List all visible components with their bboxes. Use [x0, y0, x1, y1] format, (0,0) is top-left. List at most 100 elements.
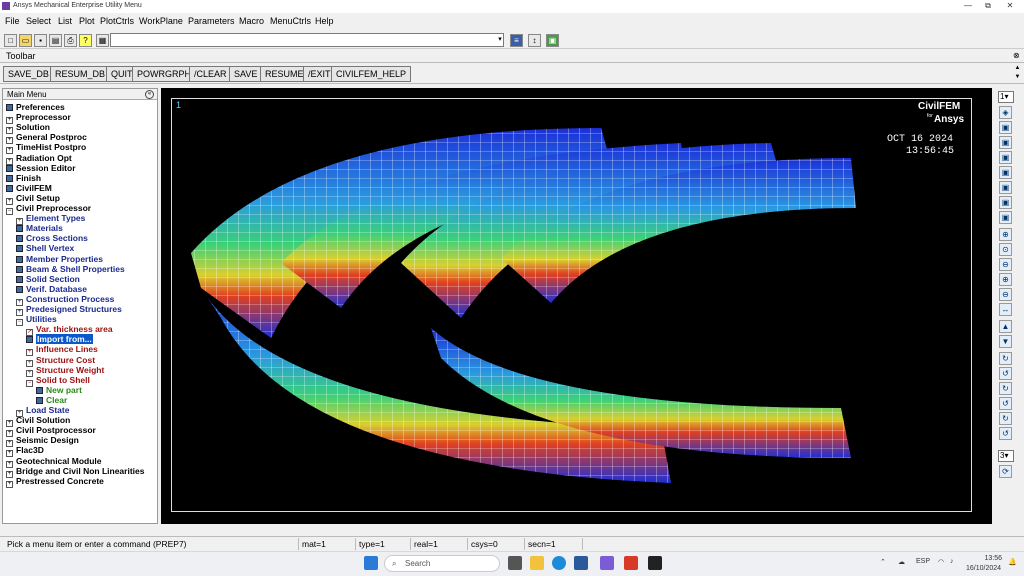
zoom-in-icon[interactable]: ⊕	[999, 273, 1012, 286]
front-view-icon[interactable]: ▣	[999, 121, 1012, 134]
box-icon[interactable]	[26, 336, 33, 344]
zoom-out-icon[interactable]: ⊖	[999, 288, 1012, 301]
report-icon[interactable]: ▤	[49, 34, 62, 47]
toolbar-collapse-icon[interactable]: ⊗	[1013, 51, 1020, 60]
resum-db-button[interactable]: RESUM_DB	[50, 66, 111, 82]
command-input[interactable]	[110, 33, 504, 47]
box-icon[interactable]	[16, 245, 23, 253]
back-view-icon[interactable]: ▣	[999, 136, 1012, 149]
app-icon-1[interactable]	[574, 556, 588, 570]
rotate-x-icon[interactable]: ↻	[999, 352, 1012, 365]
wifi-icon[interactable]: ◠	[938, 558, 944, 566]
main-menu-item[interactable]: Beam & Shell Properties	[16, 264, 125, 274]
dynamic-mode-dropdown[interactable]: 3▾	[998, 450, 1014, 462]
toolbar-scroll-arrows[interactable]: ▲ ▼	[1013, 64, 1022, 82]
rotate-y-neg-icon[interactable]: ↺	[999, 397, 1012, 410]
rotate-y-icon[interactable]: ↻	[999, 382, 1012, 395]
menu-workplane[interactable]: WorkPlane	[139, 16, 183, 26]
box-icon[interactable]	[16, 285, 23, 293]
top-view-icon[interactable]: ▣	[999, 151, 1012, 164]
rotate-x-neg-icon[interactable]: ↺	[999, 367, 1012, 380]
notification-icon[interactable]: 🔔	[1008, 558, 1017, 566]
app-icon-2[interactable]	[600, 556, 614, 570]
minus-icon[interactable]: −	[6, 208, 13, 215]
civilfem-taskbar-icon[interactable]	[624, 556, 638, 570]
edge-icon[interactable]	[552, 556, 566, 570]
zoom-box-icon[interactable]: ⊙	[999, 243, 1012, 256]
taskbar-search-box[interactable]: ⌕ Search	[384, 555, 500, 572]
powrgrph-button[interactable]: POWRGRPH	[132, 66, 196, 82]
menu-menuctrls[interactable]: MenuCtrls	[270, 16, 311, 26]
right-view-icon[interactable]: ▣	[999, 196, 1012, 209]
box-icon[interactable]	[16, 225, 23, 233]
box-icon[interactable]	[36, 396, 43, 404]
box-icon[interactable]	[6, 184, 13, 192]
menu-plotctrls[interactable]: PlotCtrls	[100, 16, 134, 26]
main-menu-item[interactable]: New part	[36, 385, 82, 395]
main-menu-item[interactable]: CivilFEM	[6, 183, 52, 193]
main-menu-item[interactable]: Materials	[16, 223, 63, 233]
iso-view-icon[interactable]: ◈	[999, 106, 1012, 119]
box-icon[interactable]	[6, 174, 13, 182]
menu-help[interactable]: Help	[315, 16, 334, 26]
reset-picking-icon[interactable]: ↕	[528, 34, 541, 47]
save-db-button[interactable]: SAVE_DB	[3, 66, 54, 82]
maximize-button[interactable]: ⧉	[978, 0, 998, 13]
save-icon[interactable]: ▪	[34, 34, 47, 47]
tray-chevron-icon[interactable]: ⌃	[880, 558, 886, 566]
menu-file[interactable]: File	[5, 16, 20, 26]
zoom-back-icon[interactable]: ⊖	[999, 258, 1012, 271]
zoom-icon[interactable]: ⊕	[999, 228, 1012, 241]
main-menu-item[interactable]: Verif. Database	[16, 284, 87, 294]
box-icon[interactable]	[16, 275, 23, 283]
command-history-dropdown-icon[interactable]: ▾	[496, 34, 504, 46]
bottom-view-icon[interactable]: ▣	[999, 166, 1012, 179]
pan-up-icon[interactable]: ▲	[999, 320, 1012, 333]
open-folder-icon[interactable]: ▭	[19, 34, 32, 47]
box-icon[interactable]	[6, 104, 13, 111]
file-explorer-icon[interactable]	[530, 556, 544, 570]
close-button[interactable]: ✕	[1000, 0, 1020, 13]
clock-date[interactable]: 16/10/2024	[966, 565, 1001, 572]
tray-network-icon[interactable]: ☁	[898, 558, 905, 566]
main-menu-item[interactable]: Member Properties	[16, 254, 103, 264]
plus-icon[interactable]: +	[6, 480, 13, 488]
rotate-z-neg-icon[interactable]: ↺	[999, 427, 1012, 440]
main-menu-item[interactable]: Cross Sections	[16, 233, 88, 243]
main-menu-item[interactable]: Import from...	[26, 334, 93, 345]
left-view-icon[interactable]: ▣	[999, 181, 1012, 194]
box-icon[interactable]	[36, 386, 43, 394]
menu-list[interactable]: List	[58, 16, 72, 26]
box-icon[interactable]	[16, 255, 23, 263]
raise-hidden-icon[interactable]: ≡	[510, 34, 523, 47]
main-menu-item[interactable]: Solid Section	[16, 274, 80, 284]
help-icon[interactable]: ?	[79, 34, 92, 47]
box-icon[interactable]	[16, 235, 23, 243]
new-file-icon[interactable]: □	[4, 34, 17, 47]
main-menu-collapse-icon[interactable]: «	[145, 90, 154, 99]
fit-view-icon[interactable]: ↔	[999, 303, 1012, 316]
main-menu-item[interactable]: Clear	[36, 395, 67, 405]
print-icon[interactable]: ⎙	[64, 34, 77, 47]
main-menu-item[interactable]: + Prestressed Concrete	[6, 476, 104, 488]
minus-icon[interactable]: −	[26, 379, 33, 387]
window-select-dropdown[interactable]: 1▾	[998, 91, 1014, 103]
minus-icon[interactable]: −	[16, 319, 23, 327]
resume-button[interactable]: RESUME	[260, 66, 309, 82]
clear-button[interactable]: /CLEAR	[189, 66, 232, 82]
oblique-view-icon[interactable]: ▣	[999, 211, 1012, 224]
box-icon[interactable]	[6, 164, 13, 172]
main-menu-item[interactable]: Preferences	[6, 102, 65, 112]
main-menu-item[interactable]: Shell Vertex	[16, 243, 74, 253]
main-menu-item[interactable]: Session Editor	[6, 163, 76, 173]
menu-plot[interactable]: Plot	[79, 16, 95, 26]
main-menu-item[interactable]: Finish	[6, 173, 41, 183]
menu-select[interactable]: Select	[26, 16, 51, 26]
menu-macro[interactable]: Macro	[239, 16, 264, 26]
volume-icon[interactable]: ♪	[950, 558, 954, 565]
civilfem-help-button[interactable]: CIVILFEM_HELP	[331, 66, 412, 82]
menu-parameters[interactable]: Parameters	[188, 16, 235, 26]
contact-manager-icon[interactable]: ▣	[546, 34, 559, 47]
windows-start-icon[interactable]	[364, 556, 378, 570]
tray-language[interactable]: ESP	[916, 558, 930, 565]
